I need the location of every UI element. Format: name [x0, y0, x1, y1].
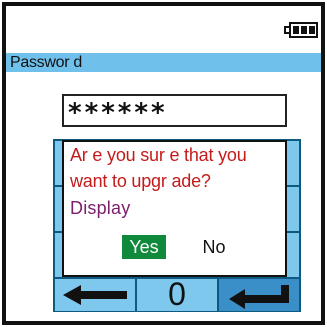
zero-key-label: 0	[168, 276, 186, 312]
page-title: Passwor d	[10, 54, 82, 71]
dialog-message-line: Ar e you sur e that you	[70, 145, 247, 165]
enter-icon	[229, 285, 289, 309]
dialog-message-line: want to upgr ade?	[70, 171, 211, 191]
title-bar: Passwor d	[6, 53, 321, 72]
zero-key[interactable]: 0	[137, 276, 217, 312]
password-field[interactable]: ******	[62, 94, 287, 128]
dialog-option-label: Display	[70, 198, 131, 218]
enter-key[interactable]	[219, 279, 299, 311]
arrow-left-icon	[63, 285, 127, 305]
battery-full-icon	[284, 22, 318, 38]
no-button[interactable]: No	[197, 235, 231, 259]
password-value: ******	[68, 98, 168, 128]
back-key[interactable]	[55, 279, 135, 311]
upgrade-confirm-dialog: Ar e you sur e that you want to upgr ade…	[62, 140, 287, 277]
device-screen: Passwor d ****** 0 Ar e you sur e that y…	[0, 0, 327, 327]
yes-button[interactable]: Yes	[122, 235, 166, 259]
